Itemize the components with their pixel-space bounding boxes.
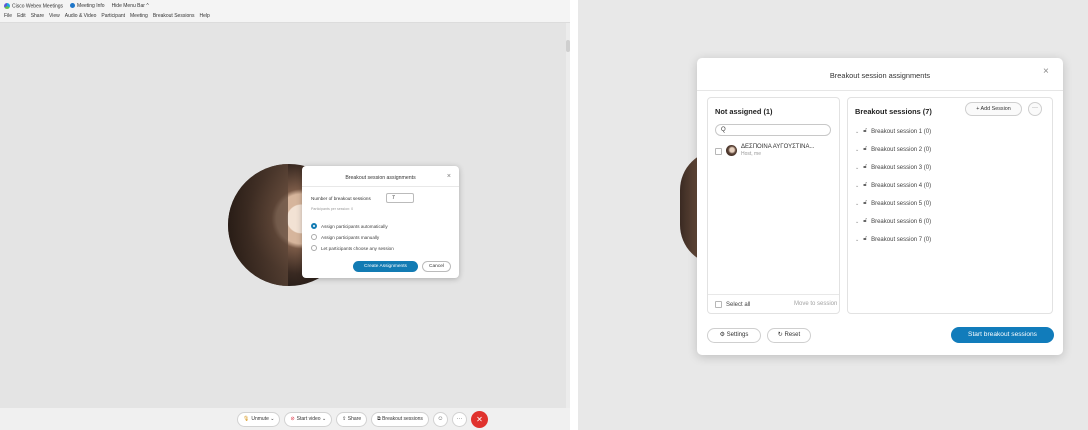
create-assignments-button[interactable]: Create Assignments: [353, 261, 418, 272]
meeting-info-button[interactable]: Meeting Info: [70, 3, 105, 9]
divider: [708, 294, 839, 295]
lock-icon: 🔓︎: [863, 218, 868, 224]
menu-audio-video[interactable]: Audio & Video: [65, 13, 97, 19]
menu-meeting[interactable]: Meeting: [130, 13, 148, 19]
smiley-icon: ☺: [437, 416, 444, 422]
radio-selected[interactable]: [311, 223, 317, 229]
select-all-checkbox[interactable]: Select all: [715, 301, 750, 308]
chevron-down-icon[interactable]: ⌄: [855, 147, 859, 153]
add-session-button[interactable]: + Add Session: [965, 102, 1022, 116]
sessions-title: Breakout sessions (7): [855, 107, 932, 116]
session-count-label: Number of breakout sessions: [311, 196, 371, 201]
breakout-sessions-pane: Breakout sessions (7) + Add Session ··· …: [847, 97, 1053, 314]
not-assigned-pane: Not assigned (1) Q ΔΕΣΠΟΙΝΑ ΑΥΓΟΥΣΤΙΝΑ..…: [707, 97, 840, 314]
reactions-button[interactable]: ☺: [432, 412, 448, 427]
webex-logo-icon: [4, 3, 10, 9]
screenshot-stage: Cisco Webex Meetings Meeting Info Hide M…: [0, 0, 1088, 430]
dialog-title: Breakout session assignments: [345, 175, 416, 181]
menu-view[interactable]: View: [49, 13, 60, 19]
divider: [302, 186, 459, 187]
app-title: Cisco Webex Meetings: [4, 3, 63, 9]
avatar: [726, 145, 737, 156]
option-choose-session[interactable]: Let participants choose any session: [311, 245, 394, 251]
lock-icon: 🔓︎: [863, 146, 868, 152]
menu-edit[interactable]: Edit: [17, 13, 26, 19]
participant-name: ΔΕΣΠΟΙΝΑ ΑΥΓΟΥΣΤΙΝΑ...: [741, 144, 815, 150]
session-item[interactable]: ⌄ 🔓︎ Breakout session 6 (0): [855, 218, 931, 225]
lock-icon: 🔓︎: [863, 236, 868, 242]
unmute-button[interactable]: 🎙 Unmute ⌄: [237, 412, 281, 427]
session-item[interactable]: ⌄ 🔓︎ Breakout session 5 (0): [855, 200, 931, 207]
gear-icon: ⚙: [719, 332, 727, 338]
session-item[interactable]: ⌄ 🔓︎ Breakout session 1 (0): [855, 128, 931, 135]
radio[interactable]: [311, 245, 317, 251]
hide-menu-bar-button[interactable]: Hide Menu Bar ^: [112, 3, 149, 9]
session-count-stepper[interactable]: 7: [386, 193, 414, 203]
divider: [697, 90, 1063, 91]
search-icon: Q: [721, 127, 726, 133]
mic-muted-icon: 🎙: [243, 416, 250, 422]
chevron-down-icon[interactable]: ⌄: [855, 201, 859, 207]
search-input[interactable]: Q: [715, 124, 831, 136]
info-icon: [70, 3, 76, 9]
session-item[interactable]: ⌄ 🔓︎ Breakout session 4 (0): [855, 182, 931, 189]
lock-icon: 🔓︎: [863, 128, 868, 134]
breakout-sessions-button[interactable]: ⧉ Breakout sessions: [371, 412, 429, 427]
menu-participant[interactable]: Participant: [101, 13, 125, 19]
participants-per-session: Participants per session: 0: [311, 207, 354, 211]
lock-icon: 🔓︎: [863, 182, 868, 188]
participant-row[interactable]: ΔΕΣΠΟΙΝΑ ΑΥΓΟΥΣΤΙΝΑ... Host, me: [715, 144, 814, 158]
webex-window: Cisco Webex Meetings Meeting Info Hide M…: [0, 0, 570, 430]
menu-file[interactable]: File: [4, 13, 12, 19]
menu-share[interactable]: Share: [31, 13, 44, 19]
session-item[interactable]: ⌄ 🔓︎ Breakout session 3 (0): [855, 164, 931, 171]
meeting-controls-bar: 🎙 Unmute ⌄ ⊘ Start video ⌄ ⇪ Share ⧉ Break…: [0, 408, 570, 430]
session-item[interactable]: ⌄ 🔓︎ Breakout session 2 (0): [855, 146, 931, 153]
scrollbar[interactable]: [566, 23, 570, 408]
lock-icon: 🔓︎: [863, 164, 868, 170]
start-breakout-sessions-button[interactable]: Start breakout sessions: [951, 327, 1054, 343]
lock-icon: 🔓︎: [863, 200, 868, 206]
menu-help[interactable]: Help: [200, 13, 210, 19]
chevron-down-icon[interactable]: ⌄: [855, 237, 859, 243]
option-assign-manual[interactable]: Assign participants manually: [311, 234, 379, 240]
reset-icon: ↻: [777, 332, 785, 338]
checkbox[interactable]: [715, 301, 722, 308]
dialog-title: Breakout session assignments: [829, 71, 931, 80]
move-to-session-button[interactable]: Move to session: [794, 301, 837, 307]
chevron-down-icon[interactable]: ⌄: [855, 219, 859, 225]
reset-button[interactable]: ↻ Reset: [767, 328, 811, 343]
chevron-down-icon[interactable]: ⌄: [855, 129, 859, 135]
option-assign-auto[interactable]: Assign participants automatically: [311, 223, 388, 229]
close-icon[interactable]: ×: [1043, 66, 1049, 77]
cancel-button[interactable]: Cancel: [422, 261, 451, 272]
settings-button[interactable]: ⚙ Settings: [707, 328, 761, 343]
breakout-assign-dialog: Breakout session assignments × Number of…: [302, 166, 459, 278]
assignments-screen: Breakout session assignments × Not assig…: [578, 0, 1088, 430]
participant-checkbox[interactable]: [715, 148, 722, 155]
share-button[interactable]: ⇪ Share: [336, 412, 368, 427]
participant-role: Host, me: [741, 151, 762, 157]
video-off-icon: ⊘: [290, 416, 295, 422]
chevron-down-icon[interactable]: ⌄: [855, 183, 859, 189]
chevron-down-icon[interactable]: ⌄: [855, 165, 859, 171]
more-options-button[interactable]: ···: [1028, 102, 1042, 116]
more-options-button[interactable]: ···: [451, 412, 467, 427]
menu-bar: File Edit Share View Audio & Video Parti…: [4, 13, 210, 19]
menu-breakout-sessions[interactable]: Breakout Sessions: [153, 13, 195, 19]
leave-meeting-button[interactable]: ✕: [470, 411, 488, 428]
scrollbar-thumb[interactable]: [566, 40, 570, 52]
start-video-button[interactable]: ⊘ Start video ⌄: [284, 412, 333, 427]
breakout-assignments-dialog: Breakout session assignments × Not assig…: [697, 58, 1063, 355]
session-item[interactable]: ⌄ 🔓︎ Breakout session 7 (0): [855, 236, 931, 243]
radio[interactable]: [311, 234, 317, 240]
close-icon[interactable]: ×: [447, 173, 451, 180]
title-bar: Cisco Webex Meetings Meeting Info Hide M…: [0, 0, 570, 23]
not-assigned-title: Not assigned (1): [715, 107, 773, 116]
